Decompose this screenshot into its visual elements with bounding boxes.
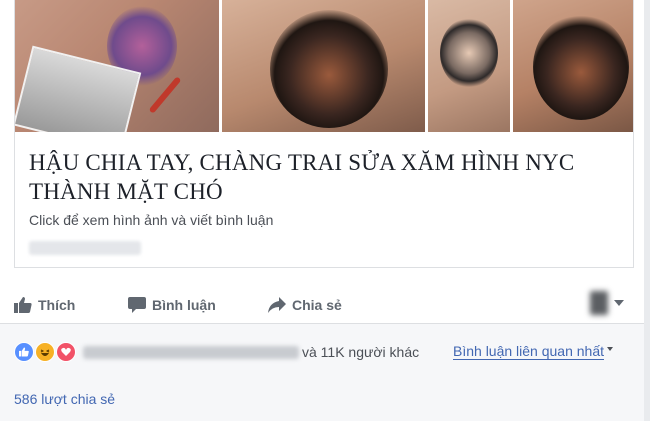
like-button[interactable]: Thích bbox=[14, 295, 75, 315]
blurred-domain bbox=[29, 241, 141, 255]
reactions-others: và 11K người khác bbox=[302, 344, 420, 360]
comment-sort-dropdown[interactable]: Bình luận liên quan nhất bbox=[453, 343, 614, 360]
photo-dog-tattoo[interactable] bbox=[222, 0, 425, 132]
link-preview-card[interactable]: HẬU CHIA TAY, CHÀNG TRAI SỬA XĂM HÌNH NY… bbox=[14, 0, 634, 268]
like-label: Thích bbox=[38, 297, 76, 313]
card-body[interactable]: HẬU CHIA TAY, CHÀNG TRAI SỬA XĂM HÌNH NY… bbox=[15, 134, 633, 267]
feedback-area: và 11K người khác Bình luận liên quan nh… bbox=[0, 324, 650, 421]
love-reaction-icon bbox=[56, 342, 76, 362]
comment-sort-label: Bình luận liên quan nhất bbox=[453, 343, 605, 360]
comment-button[interactable]: Bình luận bbox=[128, 295, 216, 315]
post-as-selector[interactable] bbox=[590, 291, 624, 315]
facebook-post: HẬU CHIA TAY, CHÀNG TRAI SỬA XĂM HÌNH NY… bbox=[0, 0, 650, 421]
photo-original-tattoo[interactable] bbox=[428, 0, 510, 132]
blurred-names bbox=[83, 345, 299, 359]
blurred-avatar bbox=[590, 291, 608, 315]
dog-face-graphic bbox=[270, 10, 388, 128]
comment-icon bbox=[128, 297, 146, 313]
dog-face-graphic bbox=[533, 14, 629, 120]
shares-count-link[interactable]: 586 lượt chia sẻ bbox=[14, 391, 115, 407]
reactions-summary[interactable]: và 11K người khác bbox=[14, 342, 419, 362]
like-reaction-icon bbox=[14, 342, 34, 362]
action-bar: Thích Bình luận Chia sẻ bbox=[14, 285, 634, 323]
card-headline[interactable]: HẬU CHIA TAY, CHÀNG TRAI SỬA XĂM HÌNH NY… bbox=[29, 148, 619, 206]
comment-label: Bình luận bbox=[152, 297, 216, 313]
portrait-face-graphic bbox=[440, 18, 498, 88]
photo-tattoo-sketch[interactable] bbox=[15, 0, 219, 132]
thumbs-up-icon bbox=[14, 297, 32, 313]
share-arrow-icon bbox=[268, 297, 286, 313]
caret-down-icon bbox=[614, 300, 624, 306]
right-gutter bbox=[644, 0, 650, 421]
photo-collage[interactable] bbox=[15, 0, 633, 134]
share-button[interactable]: Chia sẻ bbox=[268, 295, 342, 315]
dropdown-arrow-icon bbox=[607, 346, 614, 351]
haha-reaction-icon bbox=[35, 342, 55, 362]
card-description: Click để xem hình ảnh và viết bình luận bbox=[29, 212, 274, 228]
share-label: Chia sẻ bbox=[292, 297, 342, 313]
photo-dog-tattoo-closeup[interactable] bbox=[513, 0, 633, 132]
